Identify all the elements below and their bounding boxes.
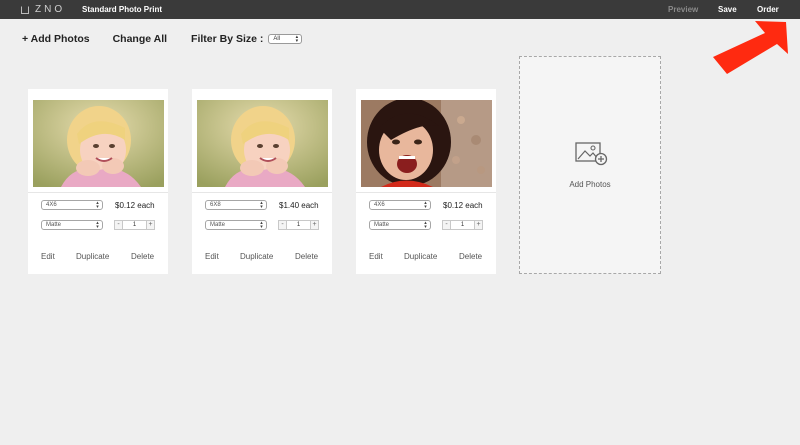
quantity-stepper: - 1 +: [442, 220, 483, 230]
edit-button[interactable]: Edit: [205, 252, 219, 262]
size-select[interactable]: 4X6 ▴ ▾: [41, 200, 103, 210]
select-arrows-icon: ▴ ▾: [260, 200, 263, 210]
finish-select[interactable]: Matte ▴ ▾: [369, 220, 431, 230]
photo-girl-laughing: [361, 100, 492, 187]
select-arrows-icon: ▴ ▾: [96, 220, 99, 230]
add-photos-tile-label: Add Photos: [569, 180, 611, 189]
top-bar: ZNO Standard Photo Print Preview Save Or…: [0, 0, 800, 19]
size-value: 4X6: [374, 202, 385, 208]
quantity-value[interactable]: 1: [451, 220, 474, 230]
logo-text: ZNO: [35, 4, 66, 15]
delete-button[interactable]: Delete: [295, 252, 318, 262]
select-arrows-icon: ▴ ▾: [424, 220, 427, 230]
toolbar: + Add Photos Change All Filter By Size :…: [22, 32, 303, 46]
filter-size-select[interactable]: All ▴ ▾: [268, 34, 303, 44]
size-select[interactable]: 4X6 ▴ ▾: [369, 200, 431, 210]
finish-value: Matte: [46, 222, 62, 228]
decrement-button[interactable]: -: [114, 220, 123, 230]
select-arrows-icon: ▴ ▾: [96, 200, 99, 210]
preview-button[interactable]: Preview: [668, 5, 698, 15]
edit-button[interactable]: Edit: [41, 252, 55, 262]
size-select[interactable]: 6X8 ▴ ▾: [205, 200, 267, 210]
finish-value: Matte: [374, 222, 390, 228]
decrement-button[interactable]: -: [442, 220, 451, 230]
finish-select[interactable]: Matte ▴ ▾: [205, 220, 267, 230]
edit-button[interactable]: Edit: [369, 252, 383, 262]
quantity-value[interactable]: 1: [123, 220, 146, 230]
photo-thumbnail[interactable]: [361, 100, 492, 187]
add-photos-button[interactable]: + Add Photos: [22, 33, 90, 46]
select-arrows-icon: ▴ ▾: [295, 34, 299, 44]
quantity-stepper: - 1 +: [278, 220, 319, 230]
size-value: 4X6: [46, 202, 57, 208]
select-arrows-icon: ▴ ▾: [260, 220, 263, 230]
increment-button[interactable]: +: [146, 220, 155, 230]
divider: [356, 192, 496, 193]
price-label: $0.12 each: [443, 201, 483, 210]
photo-girl-smiling: [197, 100, 328, 187]
increment-button[interactable]: +: [474, 220, 483, 230]
decrement-button[interactable]: -: [278, 220, 287, 230]
divider: [28, 192, 168, 193]
filter-size-value: All: [273, 36, 281, 42]
photo-girl-smiling: [33, 100, 164, 187]
project-title: Standard Photo Print: [82, 5, 162, 14]
select-arrows-icon: ▴ ▾: [424, 200, 427, 210]
photo-card: 4X6 ▴ ▾ Matte ▴ ▾ $0.12 each - 1 + Edit Du…: [28, 89, 168, 274]
finish-select[interactable]: Matte ▴ ▾: [41, 220, 103, 230]
duplicate-button[interactable]: Duplicate: [240, 252, 273, 262]
zno-logo[interactable]: ZNO: [21, 4, 65, 15]
photo-card: 6X8 ▴ ▾ Matte ▴ ▾ $1.40 each - 1 + Edit Du…: [192, 89, 332, 274]
divider: [192, 192, 332, 193]
size-value: 6X8: [210, 202, 221, 208]
delete-button[interactable]: Delete: [131, 252, 154, 262]
price-label: $1.40 each: [279, 201, 319, 210]
quantity-stepper: - 1 +: [114, 220, 155, 230]
delete-button[interactable]: Delete: [459, 252, 482, 262]
photo-thumbnail[interactable]: [197, 100, 328, 187]
red-pointer-arrow-icon: [713, 21, 788, 74]
finish-value: Matte: [210, 222, 226, 228]
duplicate-button[interactable]: Duplicate: [76, 252, 109, 262]
change-all-button[interactable]: Change All: [113, 33, 167, 46]
increment-button[interactable]: +: [310, 220, 319, 230]
photo-card: 4X6 ▴ ▾ Matte ▴ ▾ $0.12 each - 1 + Edit Du…: [356, 89, 496, 274]
photo-thumbnail[interactable]: [33, 100, 164, 187]
logo-mark-icon: [21, 5, 29, 14]
price-label: $0.12 each: [115, 201, 155, 210]
add-image-icon: [575, 142, 608, 166]
filter-by-size-label: Filter By Size :: [191, 33, 264, 45]
add-photos-tile[interactable]: Add Photos: [519, 56, 661, 274]
quantity-value[interactable]: 1: [287, 220, 310, 230]
duplicate-button[interactable]: Duplicate: [404, 252, 437, 262]
